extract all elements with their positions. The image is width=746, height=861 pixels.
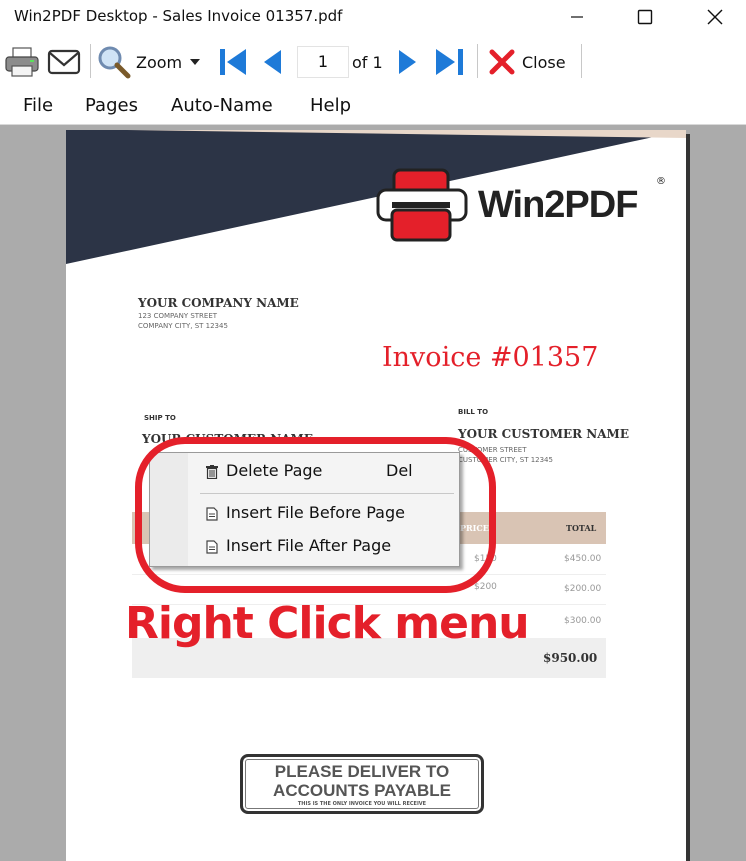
stamp-small-text: THIS IS THE ONLY INVOICE YOU WILL RECEIV…	[297, 801, 427, 807]
last-page-button[interactable]	[432, 42, 466, 82]
stamp-line-2: ACCOUNTS PAYABLE	[273, 781, 451, 800]
first-page-button[interactable]	[217, 42, 251, 82]
toolbar: Zoom 1 of 1 Close	[0, 34, 746, 90]
menu-help[interactable]: Help	[310, 95, 351, 116]
win2pdf-logo: Win2PDF ®	[374, 166, 674, 246]
menu-auto-name[interactable]: Auto-Name	[171, 95, 273, 116]
previous-page-button[interactable]	[261, 42, 283, 82]
invoice-title: Invoice #01357	[382, 342, 599, 373]
window-title: Win2PDF Desktop - Sales Invoice 01357.pd…	[14, 7, 343, 25]
menu-file[interactable]: File	[23, 95, 53, 116]
page-count-label: of 1	[352, 52, 383, 72]
stamp-line-1: PLEASE DELIVER TO	[274, 762, 450, 781]
email-button[interactable]	[47, 42, 81, 82]
zoom-button[interactable]: Zoom	[96, 42, 201, 82]
red-x-icon	[489, 49, 515, 75]
close-window-button[interactable]	[692, 0, 738, 34]
close-icon	[707, 9, 723, 25]
bill-to-name: YOUR CUSTOMER NAME	[458, 427, 629, 441]
line-price: $200	[474, 582, 497, 592]
delivery-stamp: PLEASE DELIVER TO ACCOUNTS PAYABLE THIS …	[240, 754, 484, 814]
col-total-header: TOTAL	[566, 523, 597, 533]
printer-icon	[5, 47, 39, 77]
dropdown-arrow-icon	[190, 59, 201, 65]
print-button[interactable]	[4, 42, 40, 82]
company-city: COMPANY CITY, ST 12345	[138, 322, 228, 330]
company-name: YOUR COMPANY NAME	[138, 296, 299, 310]
magnifier-icon	[98, 46, 131, 79]
toolbar-divider	[90, 44, 91, 78]
toolbar-divider	[581, 44, 582, 78]
mail-icon	[47, 49, 81, 75]
close-label: Close	[522, 52, 566, 72]
maximize-button[interactable]	[622, 0, 668, 34]
toolbar-divider	[477, 44, 478, 78]
menu-bar: File Pages Auto-Name Help	[0, 90, 746, 125]
maximize-icon	[637, 9, 653, 25]
first-page-icon	[220, 49, 246, 75]
page-shadow	[686, 134, 690, 861]
bill-to-label: BILL TO	[458, 408, 489, 416]
page-number-input[interactable]: 1	[297, 46, 349, 78]
close-button[interactable]: Close	[488, 42, 566, 82]
last-page-icon	[436, 49, 463, 75]
next-page-button[interactable]	[396, 42, 418, 82]
minimize-icon	[571, 16, 583, 18]
line-total: $200.00	[564, 584, 602, 594]
previous-page-icon	[264, 50, 281, 74]
logo-text: Win2PDF	[478, 184, 638, 226]
zoom-label: Zoom	[136, 52, 183, 72]
menu-pages[interactable]: Pages	[85, 95, 138, 116]
line-total: $450.00	[564, 554, 602, 564]
next-page-icon	[399, 50, 416, 74]
title-bar: Win2PDF Desktop - Sales Invoice 01357.pd…	[0, 0, 746, 34]
page-count: of 1	[352, 42, 383, 82]
line-total: $300.00	[564, 616, 602, 626]
highlight-oval	[135, 437, 496, 593]
company-street: 123 COMPANY STREET	[138, 312, 218, 320]
grand-total: $950.00	[543, 651, 598, 665]
annotation-callout: Right Click menu	[125, 598, 530, 649]
registered-mark: ®	[656, 176, 666, 187]
minimize-button[interactable]	[554, 0, 600, 34]
ship-to-label: SHIP TO	[144, 414, 176, 422]
printer-logo-icon	[376, 168, 468, 242]
